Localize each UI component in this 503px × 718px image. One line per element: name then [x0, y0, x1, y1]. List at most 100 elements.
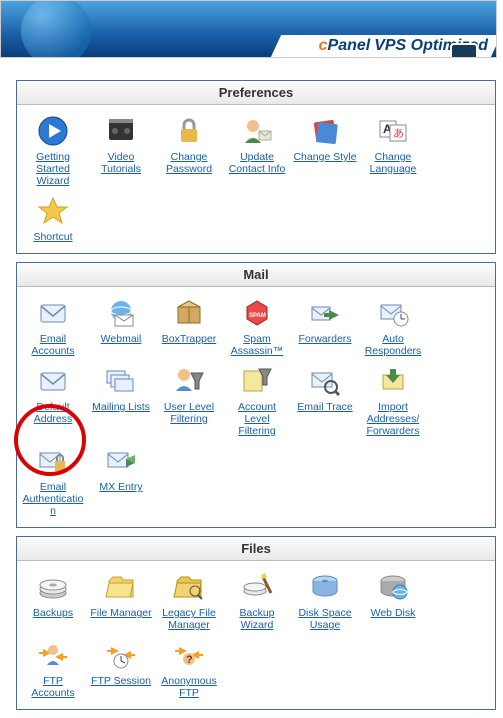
email-trace-item[interactable]: Email Trace [291, 361, 359, 441]
acctfilter-icon [241, 365, 273, 397]
contact-icon [241, 115, 273, 147]
lock-icon [173, 115, 205, 147]
mail-icon [37, 365, 69, 397]
web-disk-item[interactable]: Web Disk [359, 567, 427, 635]
item-label: Web Disk [359, 607, 427, 619]
ftpsess-icon [105, 639, 137, 671]
ftpanon-icon: ? [173, 639, 205, 671]
item-label: Backup Wizard [223, 607, 291, 631]
legacy-file-manager-item[interactable]: Legacy File Manager [155, 567, 223, 635]
spam-icon: SPAM [241, 297, 273, 329]
svg-text:SPAM: SPAM [249, 313, 266, 319]
webdisk-icon [377, 571, 409, 603]
cpanel-banner: cP cPanelVPS Optimized [0, 0, 497, 58]
anonymous-ftp-item[interactable]: ? Anonymous FTP [155, 635, 223, 703]
item-label: Forwarders [291, 333, 359, 345]
item-label: MX Entry [87, 481, 155, 493]
item-label: Anonymous FTP [155, 675, 223, 699]
item-label: Change Style [291, 151, 359, 163]
item-label: Backups [19, 607, 87, 619]
backup-icon [37, 571, 69, 603]
userfilter-icon [173, 365, 205, 397]
boxtrapper-item[interactable]: BoxTrapper [155, 293, 223, 361]
spam-assassin-item[interactable]: SPAM Spam Assassin™ [223, 293, 291, 361]
disk-space-usage-item[interactable]: Disk Space Usage [291, 567, 359, 635]
auto-responders-item[interactable]: Auto Responders [359, 293, 427, 361]
getting-started-wizard-item[interactable]: Getting Started Wizard [19, 111, 87, 191]
email-accounts-item[interactable]: Email Accounts [19, 293, 87, 361]
ftp-session-item[interactable]: FTP Session [87, 635, 155, 703]
disk-icon [309, 571, 341, 603]
backups-item[interactable]: Backups [19, 567, 87, 635]
play-icon [37, 115, 69, 147]
item-label: Email Trace [291, 401, 359, 413]
icon-grid: BackupsFile ManagerLegacy File ManagerBa… [17, 561, 495, 709]
trace-icon [309, 365, 341, 397]
item-label: Email Authentication [19, 481, 87, 517]
shortcut-item[interactable]: Shortcut [19, 191, 87, 247]
change-password-item[interactable]: Change Password [155, 111, 223, 191]
preferences-panel: PreferencesGetting Started WizardVideo T… [16, 80, 496, 254]
item-label: Webmail [87, 333, 155, 345]
mx-icon [105, 445, 137, 477]
video-icon [105, 115, 137, 147]
logo-panel: Panel [328, 37, 371, 54]
files-panel: FilesBackupsFile ManagerLegacy File Mana… [16, 536, 496, 710]
mailing-lists-item[interactable]: Mailing Lists [87, 361, 155, 441]
cpanel-badge-icon: cP [450, 43, 478, 58]
item-label: FTP Session [87, 675, 155, 687]
item-label: Update Contact Info [223, 151, 291, 175]
auth-icon [37, 445, 69, 477]
panel-header: Mail [17, 263, 495, 287]
item-label: Shortcut [19, 231, 87, 243]
update-contact-info-item[interactable]: Update Contact Info [223, 111, 291, 191]
item-label: User Level Filtering [155, 401, 223, 425]
forwarders-item[interactable]: Forwarders [291, 293, 359, 361]
item-label: Video Tutorials [87, 151, 155, 175]
boxtrapper-icon [173, 297, 205, 329]
mail-panel: MailEmail AccountsWebmailBoxTrapperSPAMS… [16, 262, 496, 528]
svg-text:?: ? [186, 654, 193, 666]
svg-text:あ: あ [393, 127, 404, 140]
email-authentication-item[interactable]: Email Authentication [19, 441, 87, 521]
item-label: Default Address [19, 401, 87, 425]
import-addresses-forwarders-item[interactable]: Import Addresses/ Forwarders [359, 361, 427, 441]
item-label: Email Accounts [19, 333, 87, 357]
ftp-accounts-item[interactable]: FTP Accounts [19, 635, 87, 703]
bwizard-icon [241, 571, 273, 603]
style-icon [309, 115, 341, 147]
mx-entry-item[interactable]: MX Entry [87, 441, 155, 521]
default-address-item[interactable]: Default Address [19, 361, 87, 441]
icon-grid: Email AccountsWebmailBoxTrapper SPAM Spam … [17, 287, 495, 527]
autoresp-icon [377, 297, 409, 329]
change-language-item[interactable]: AあChange Language [359, 111, 427, 191]
change-style-item[interactable]: Change Style [291, 111, 359, 191]
item-label: BoxTrapper [155, 333, 223, 345]
webmail-item[interactable]: Webmail [87, 293, 155, 361]
panel-header: Preferences [17, 81, 495, 105]
item-label: Spam Assassin™ [223, 333, 291, 357]
item-label: Account Level Filtering [223, 401, 291, 437]
banner-logo-text: cP cPanelVPS Optimized [319, 37, 488, 55]
globe-graphic [21, 0, 91, 58]
account-level-filtering-item[interactable]: Account Level Filtering [223, 361, 291, 441]
item-label: File Manager [87, 607, 155, 619]
user-level-filtering-item[interactable]: User Level Filtering [155, 361, 223, 441]
file-manager-item[interactable]: File Manager [87, 567, 155, 635]
item-label: Auto Responders [359, 333, 427, 357]
language-icon: Aあ [377, 115, 409, 147]
item-label: FTP Accounts [19, 675, 87, 699]
item-label: Import Addresses/ Forwarders [359, 401, 427, 437]
panel-header: Files [17, 537, 495, 561]
video-tutorials-item[interactable]: Video Tutorials [87, 111, 155, 191]
webmail-icon [105, 297, 137, 329]
item-label: Getting Started Wizard [19, 151, 87, 187]
folderleg-icon [173, 571, 205, 603]
forward-icon [309, 297, 341, 329]
item-label: Legacy File Manager [155, 607, 223, 631]
folder-icon [105, 571, 137, 603]
star-icon [37, 195, 69, 227]
icon-grid: Getting Started WizardVideo TutorialsCha… [17, 105, 495, 253]
backup-wizard-item[interactable]: Backup Wizard [223, 567, 291, 635]
ftpacct-icon [37, 639, 69, 671]
